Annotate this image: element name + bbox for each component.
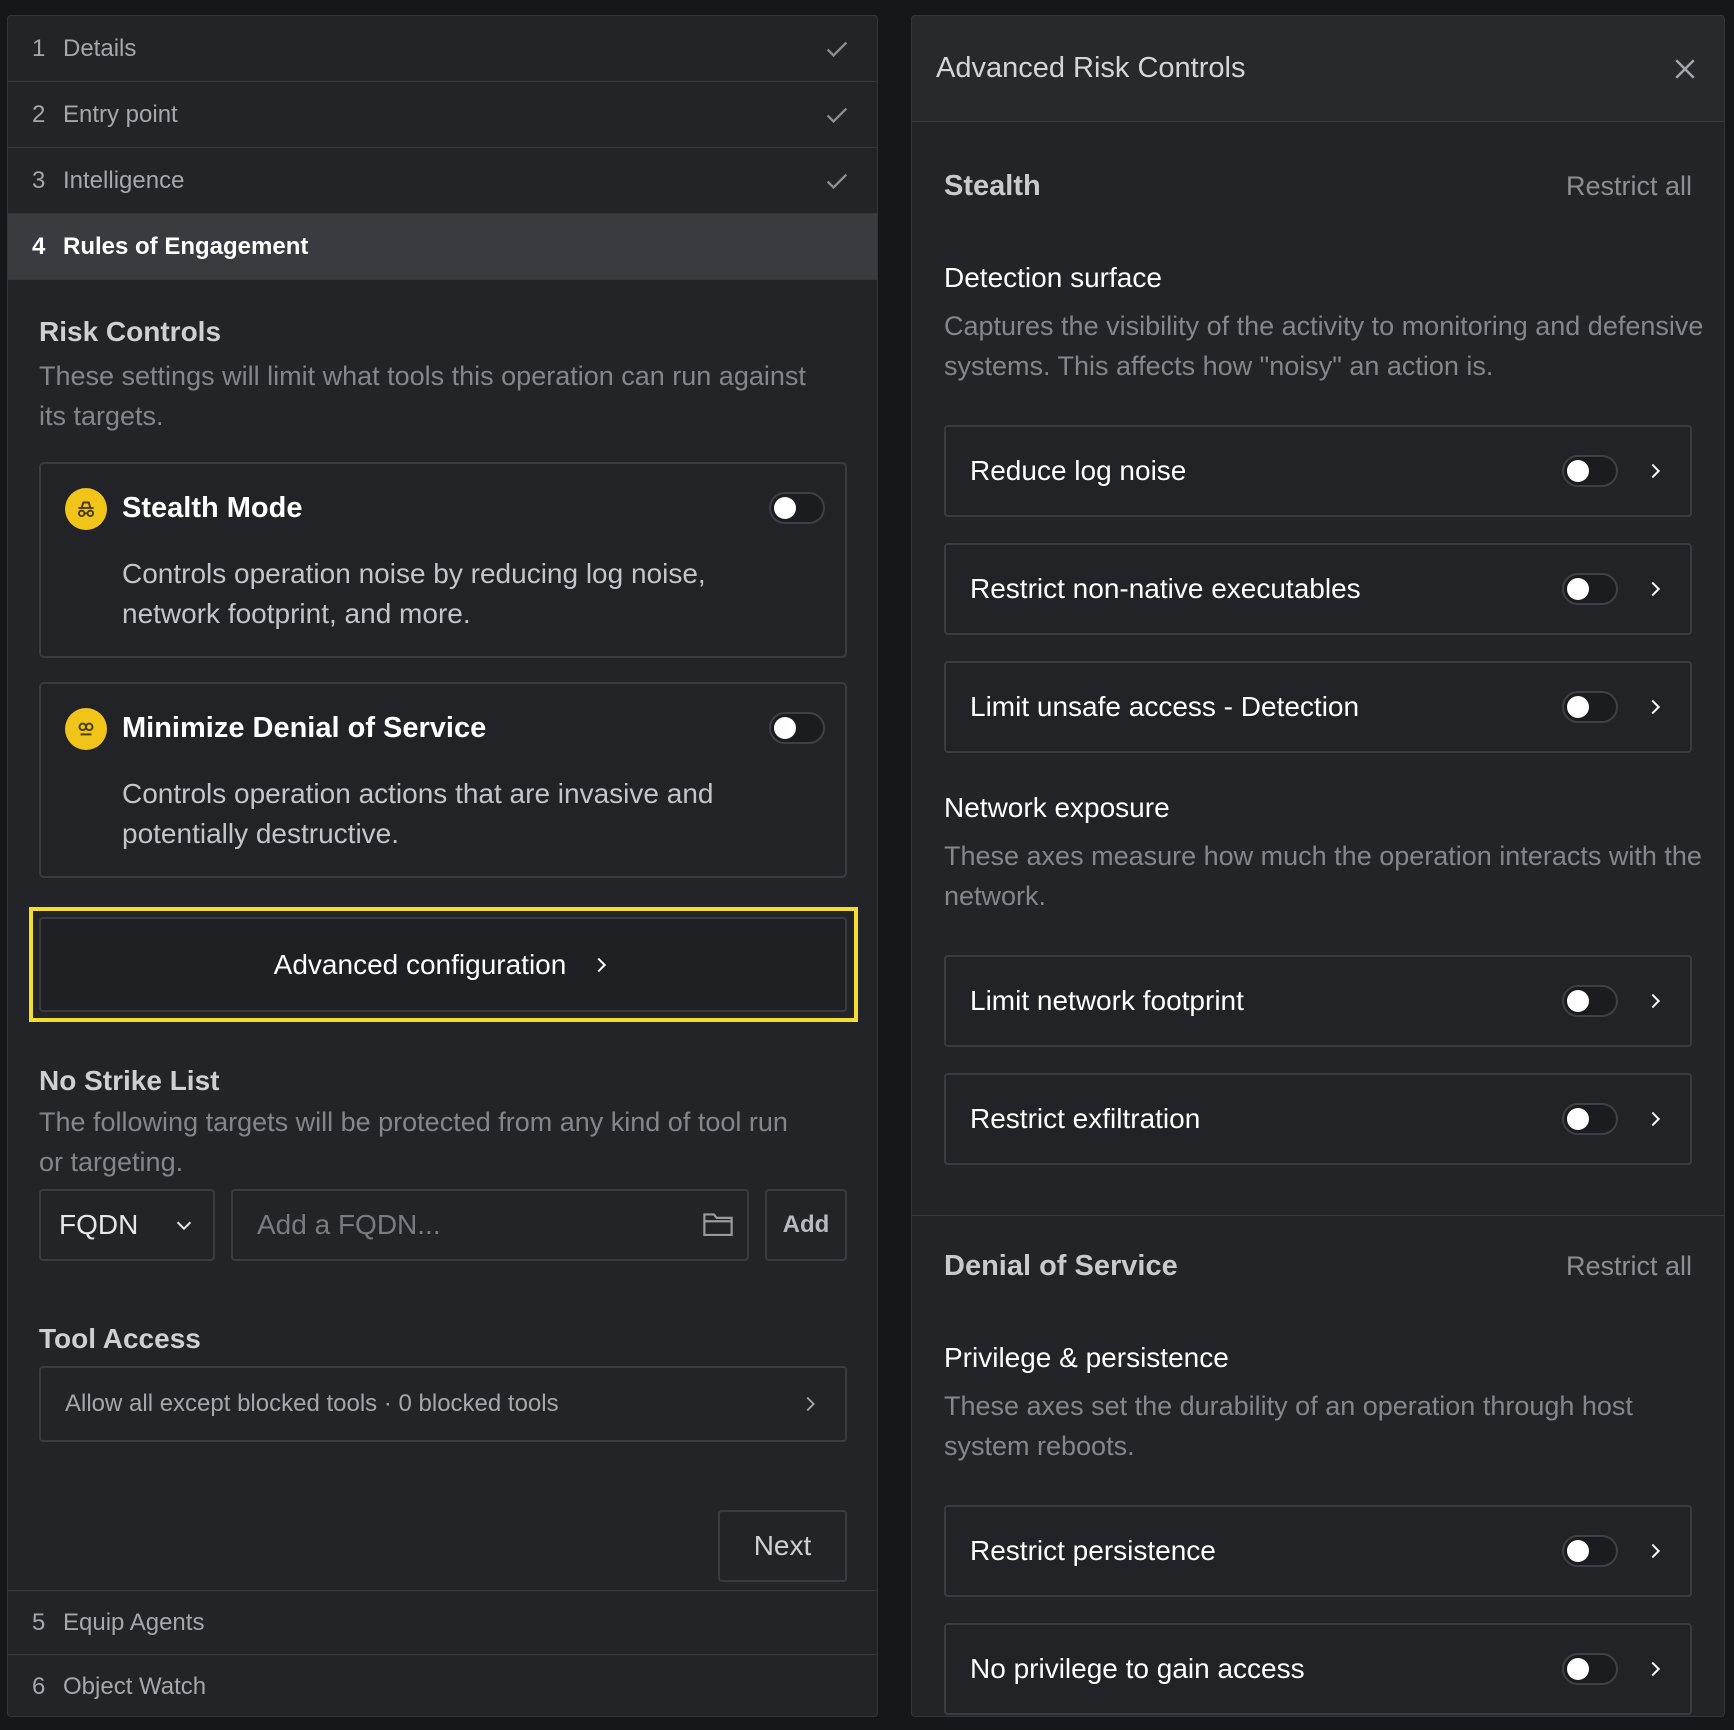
control-toggle[interactable]: [1562, 691, 1618, 723]
control-restrict-non-native-executables[interactable]: Restrict non-native executables: [944, 543, 1692, 635]
chevron-right-icon[interactable]: [1644, 1540, 1666, 1562]
control-toggle[interactable]: [1562, 985, 1618, 1017]
target-type-value: FQDN: [59, 1209, 139, 1240]
drawer-body: Stealth Restrict all Detection surface C…: [912, 122, 1724, 1716]
step-number: 5: [32, 1608, 46, 1636]
stealth-mode-title: Stealth Mode: [122, 492, 303, 524]
stealth-group-title: Stealth: [944, 170, 1041, 202]
control-label: Reduce log noise: [970, 455, 1187, 486]
chevron-right-icon[interactable]: [1644, 1658, 1666, 1680]
advanced-configuration-button[interactable]: Advanced configuration: [39, 917, 847, 1012]
control-label: Restrict non-native executables: [970, 573, 1361, 604]
dos-description: Controls operation actions that are inva…: [122, 778, 714, 849]
step-label: Intelligence: [63, 166, 185, 194]
add-button[interactable]: Add: [765, 1189, 847, 1261]
step-number: 6: [32, 1672, 46, 1700]
risk-controls-title: Risk Controls: [39, 316, 222, 347]
control-toggle[interactable]: [1562, 573, 1618, 605]
stealth-restrict-all-link[interactable]: Restrict all: [1566, 171, 1692, 202]
remaining-steps: 5 Equip Agents 6 Object Watch: [8, 1590, 877, 1716]
dos-group-header: Denial of Service Restrict all: [944, 1250, 1692, 1283]
control-limit-network-footprint[interactable]: Limit network footprint: [944, 955, 1692, 1047]
dos-title: Minimize Denial of Service: [122, 712, 487, 744]
step-details[interactable]: 1 Details: [8, 16, 877, 82]
next-button[interactable]: Next: [718, 1510, 847, 1582]
step-label: Rules of Engagement: [63, 232, 309, 260]
rules-of-engagement-content: Risk Controls These settings will limit …: [8, 280, 877, 1590]
control-label: Restrict persistence: [970, 1535, 1216, 1566]
drawer-header: Advanced Risk Controls: [912, 16, 1724, 122]
tool-access-selector[interactable]: Allow all except blocked tools · 0 block…: [39, 1366, 847, 1442]
advanced-configuration-label: Advanced configuration: [273, 948, 567, 980]
stealth-group-header: Stealth Restrict all: [944, 170, 1692, 203]
fqdn-input[interactable]: [231, 1189, 749, 1261]
drawer-title: Advanced Risk Controls: [936, 52, 1246, 84]
step-entry-point[interactable]: 2 Entry point: [8, 82, 877, 148]
chevron-down-icon: [176, 1221, 192, 1231]
chevron-right-icon[interactable]: [1644, 1108, 1666, 1130]
stealth-mode-icon: [65, 488, 107, 530]
step-number: 3: [32, 166, 46, 194]
network-exposure-title: Network exposure: [944, 792, 1170, 823]
stealth-mode-toggle[interactable]: [769, 492, 825, 524]
detection-surface-title: Detection surface: [944, 262, 1162, 293]
chevron-right-icon: [597, 957, 607, 972]
dos-group-title: Denial of Service: [944, 1250, 1178, 1282]
control-label: No privilege to gain access: [970, 1653, 1305, 1684]
control-no-privilege-to-gain-access[interactable]: No privilege to gain access: [944, 1623, 1692, 1715]
chevron-right-icon[interactable]: [1644, 696, 1666, 718]
check-icon: [826, 41, 848, 57]
dos-restrict-all-link[interactable]: Restrict all: [1566, 1251, 1692, 1282]
control-label: Limit network footprint: [970, 985, 1244, 1016]
stealth-mode-card: Stealth Mode Controls operation noise by…: [39, 462, 847, 658]
chevron-right-icon[interactable]: [1644, 990, 1666, 1012]
dos-toggle[interactable]: [769, 712, 825, 744]
stealth-mode-description: Controls operation noise by reducing log…: [122, 558, 706, 629]
control-toggle[interactable]: [1562, 1535, 1618, 1567]
no-strike-title: No Strike List: [39, 1065, 220, 1096]
close-icon[interactable]: [1670, 54, 1700, 84]
control-restrict-exfiltration[interactable]: Restrict exfiltration: [944, 1073, 1692, 1165]
control-reduce-log-noise[interactable]: Reduce log noise: [944, 425, 1692, 517]
chevron-right-icon[interactable]: [1644, 460, 1666, 482]
step-equip-agents[interactable]: 5 Equip Agents: [8, 1590, 877, 1654]
privilege-persistence-title: Privilege & persistence: [944, 1342, 1229, 1373]
dos-card: Minimize Denial of Service Controls oper…: [39, 682, 847, 878]
tool-access-title: Tool Access: [39, 1323, 201, 1354]
wizard-panel: 1 Details 2 Entry point 3 Intelligence 4…: [7, 15, 878, 1717]
control-limit-unsafe-access[interactable]: Limit unsafe access - Detection: [944, 661, 1692, 753]
no-strike-description: The following targets will be protected …: [39, 1107, 788, 1177]
step-number: 1: [32, 34, 46, 62]
advanced-risk-controls-drawer: Advanced Risk Controls Stealth Restrict …: [911, 15, 1725, 1717]
step-label: Entry point: [63, 100, 178, 128]
privilege-persistence-description: These axes set the durability of an oper…: [944, 1391, 1633, 1461]
step-label: Details: [63, 34, 137, 62]
control-label: Restrict exfiltration: [970, 1103, 1201, 1134]
control-restrict-persistence[interactable]: Restrict persistence: [944, 1505, 1692, 1597]
step-number: 2: [32, 100, 46, 128]
target-type-select[interactable]: FQDN: [39, 1189, 215, 1261]
group-divider: [912, 1215, 1724, 1216]
detection-surface-description: Captures the visibility of the activity …: [944, 311, 1704, 381]
step-number: 4: [32, 232, 46, 260]
control-toggle[interactable]: [1562, 1103, 1618, 1135]
check-icon: [826, 173, 848, 189]
tool-access-summary: Allow all except blocked tools · 0 block…: [65, 1390, 559, 1417]
network-exposure-description: These axes measure how much the operatio…: [944, 841, 1702, 911]
step-label: Object Watch: [63, 1672, 207, 1700]
step-intelligence[interactable]: 3 Intelligence: [8, 148, 877, 214]
control-label: Limit unsafe access - Detection: [970, 691, 1360, 722]
folder-icon[interactable]: [701, 1209, 735, 1239]
control-toggle[interactable]: [1562, 455, 1618, 487]
control-toggle[interactable]: [1562, 1653, 1618, 1685]
chevron-right-icon: [806, 1396, 815, 1412]
dos-icon: [65, 708, 107, 750]
risk-controls-description: These settings will limit what tools thi…: [39, 361, 806, 431]
step-object-watch[interactable]: 6 Object Watch: [8, 1654, 877, 1716]
check-icon: [826, 107, 848, 123]
step-rules-of-engagement[interactable]: 4 Rules of Engagement: [8, 214, 877, 280]
chevron-right-icon[interactable]: [1644, 578, 1666, 600]
step-label: Equip Agents: [63, 1608, 205, 1636]
